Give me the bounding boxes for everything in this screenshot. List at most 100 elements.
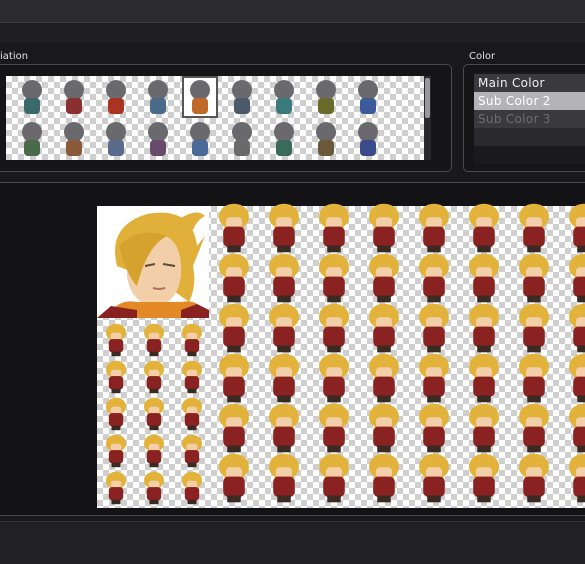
character-sprite (464, 303, 505, 353)
character-sprite (514, 303, 555, 353)
sprite-coat (146, 450, 162, 464)
variation-thumbnail[interactable] (226, 78, 258, 116)
sprite-legs (577, 295, 585, 303)
sprite-legs (149, 462, 159, 468)
character-sprite (364, 303, 405, 353)
character-sprite (364, 453, 405, 503)
sprite-legs (327, 445, 341, 453)
color-item-sub-3: Sub Color 3 (474, 110, 585, 128)
sprite-legs (187, 462, 197, 468)
variation-thumbnail[interactable] (310, 120, 342, 158)
variation-scrollbar-thumb[interactable] (425, 78, 430, 118)
sprite-legs (577, 395, 585, 403)
sprite-coat (423, 426, 445, 447)
sprite-coat (323, 426, 345, 447)
sprite-coat (473, 376, 495, 397)
sprite-legs (427, 245, 441, 253)
variation-thumbnail[interactable] (142, 78, 174, 116)
character-sprite (103, 323, 130, 357)
sprite-legs (527, 495, 541, 503)
thumbnail-head (22, 80, 42, 100)
color-panel-label: Color (469, 51, 496, 62)
sprite-legs (377, 345, 391, 353)
color-list-empty-row (474, 128, 585, 146)
character-sprite (141, 360, 168, 394)
sprite-coat (108, 376, 124, 390)
character-sprite (214, 353, 255, 403)
variation-thumbnail[interactable] (182, 76, 218, 118)
thumbnail-body (360, 98, 376, 114)
sprite-coat (573, 276, 585, 297)
character-sprite (314, 253, 355, 303)
character-sprite (514, 353, 555, 403)
character-sprite (514, 203, 555, 253)
sprite-legs (477, 295, 491, 303)
thumbnail-head (316, 80, 336, 100)
variation-thumbnail-grid[interactable] (6, 76, 424, 160)
color-item-sub-2[interactable]: Sub Color 2 (474, 92, 585, 110)
sprite-legs (327, 395, 341, 403)
sprite-legs (577, 345, 585, 353)
thumbnail-head (148, 80, 168, 100)
face-portrait (97, 206, 209, 318)
sprite-legs (227, 345, 241, 353)
sprite-coat (373, 476, 395, 497)
sprite-legs (377, 245, 391, 253)
sprite-coat (223, 326, 245, 347)
character-sprite (364, 353, 405, 403)
sprite-coat (108, 339, 124, 353)
character-sprite (314, 303, 355, 353)
sprite-legs (577, 445, 585, 453)
sprite-legs (577, 245, 585, 253)
sprite-coat (273, 226, 295, 247)
sprite-coat (184, 487, 200, 501)
sprite-coat (473, 226, 495, 247)
variation-thumbnail[interactable] (58, 78, 90, 116)
sprite-legs (377, 495, 391, 503)
sprite-coat (184, 376, 200, 390)
variation-thumbnail[interactable] (310, 78, 342, 116)
character-sprite (464, 403, 505, 453)
character-sprite (141, 471, 168, 505)
thumbnail-body (108, 98, 124, 114)
variation-thumbnail[interactable] (268, 120, 300, 158)
variation-thumbnail[interactable] (100, 120, 132, 158)
thumbnail-body (66, 98, 82, 114)
variation-scrollbar[interactable] (424, 76, 431, 160)
variation-thumbnail[interactable] (58, 120, 90, 158)
character-sprite (179, 360, 206, 394)
variation-thumbnail[interactable] (16, 78, 48, 116)
color-item-main[interactable]: Main Color (474, 74, 585, 92)
character-sprite (514, 453, 555, 503)
variation-thumbnail[interactable] (16, 120, 48, 158)
thumbnail-body (192, 98, 208, 114)
sprite-coat (423, 326, 445, 347)
variation-thumbnail[interactable] (226, 120, 258, 158)
sprite-coat (423, 376, 445, 397)
variation-thumbnail[interactable] (268, 78, 300, 116)
sprite-coat (184, 450, 200, 464)
thumbnail-head (64, 122, 84, 142)
sprite-coat (373, 326, 395, 347)
sprite-coat (108, 413, 124, 427)
sprite-coat (223, 226, 245, 247)
character-sprite (179, 397, 206, 431)
variation-thumbnail[interactable] (184, 120, 216, 158)
sprite-legs (277, 445, 291, 453)
sprite-coat (423, 276, 445, 297)
character-sprite (514, 403, 555, 453)
thumbnail-head (22, 122, 42, 142)
sprite-coat (473, 326, 495, 347)
character-sprite (464, 203, 505, 253)
sprite-legs (527, 395, 541, 403)
thumbnail-head (190, 80, 210, 100)
sprite-coat (423, 476, 445, 497)
variation-panel-label: iation (0, 51, 29, 62)
variation-thumbnail[interactable] (352, 120, 384, 158)
thumbnail-body (24, 98, 40, 114)
variation-thumbnail[interactable] (142, 120, 174, 158)
variation-thumbnail[interactable] (100, 78, 132, 116)
thumbnail-body (192, 140, 208, 156)
sprite-coat (373, 426, 395, 447)
variation-thumbnail[interactable] (352, 78, 384, 116)
